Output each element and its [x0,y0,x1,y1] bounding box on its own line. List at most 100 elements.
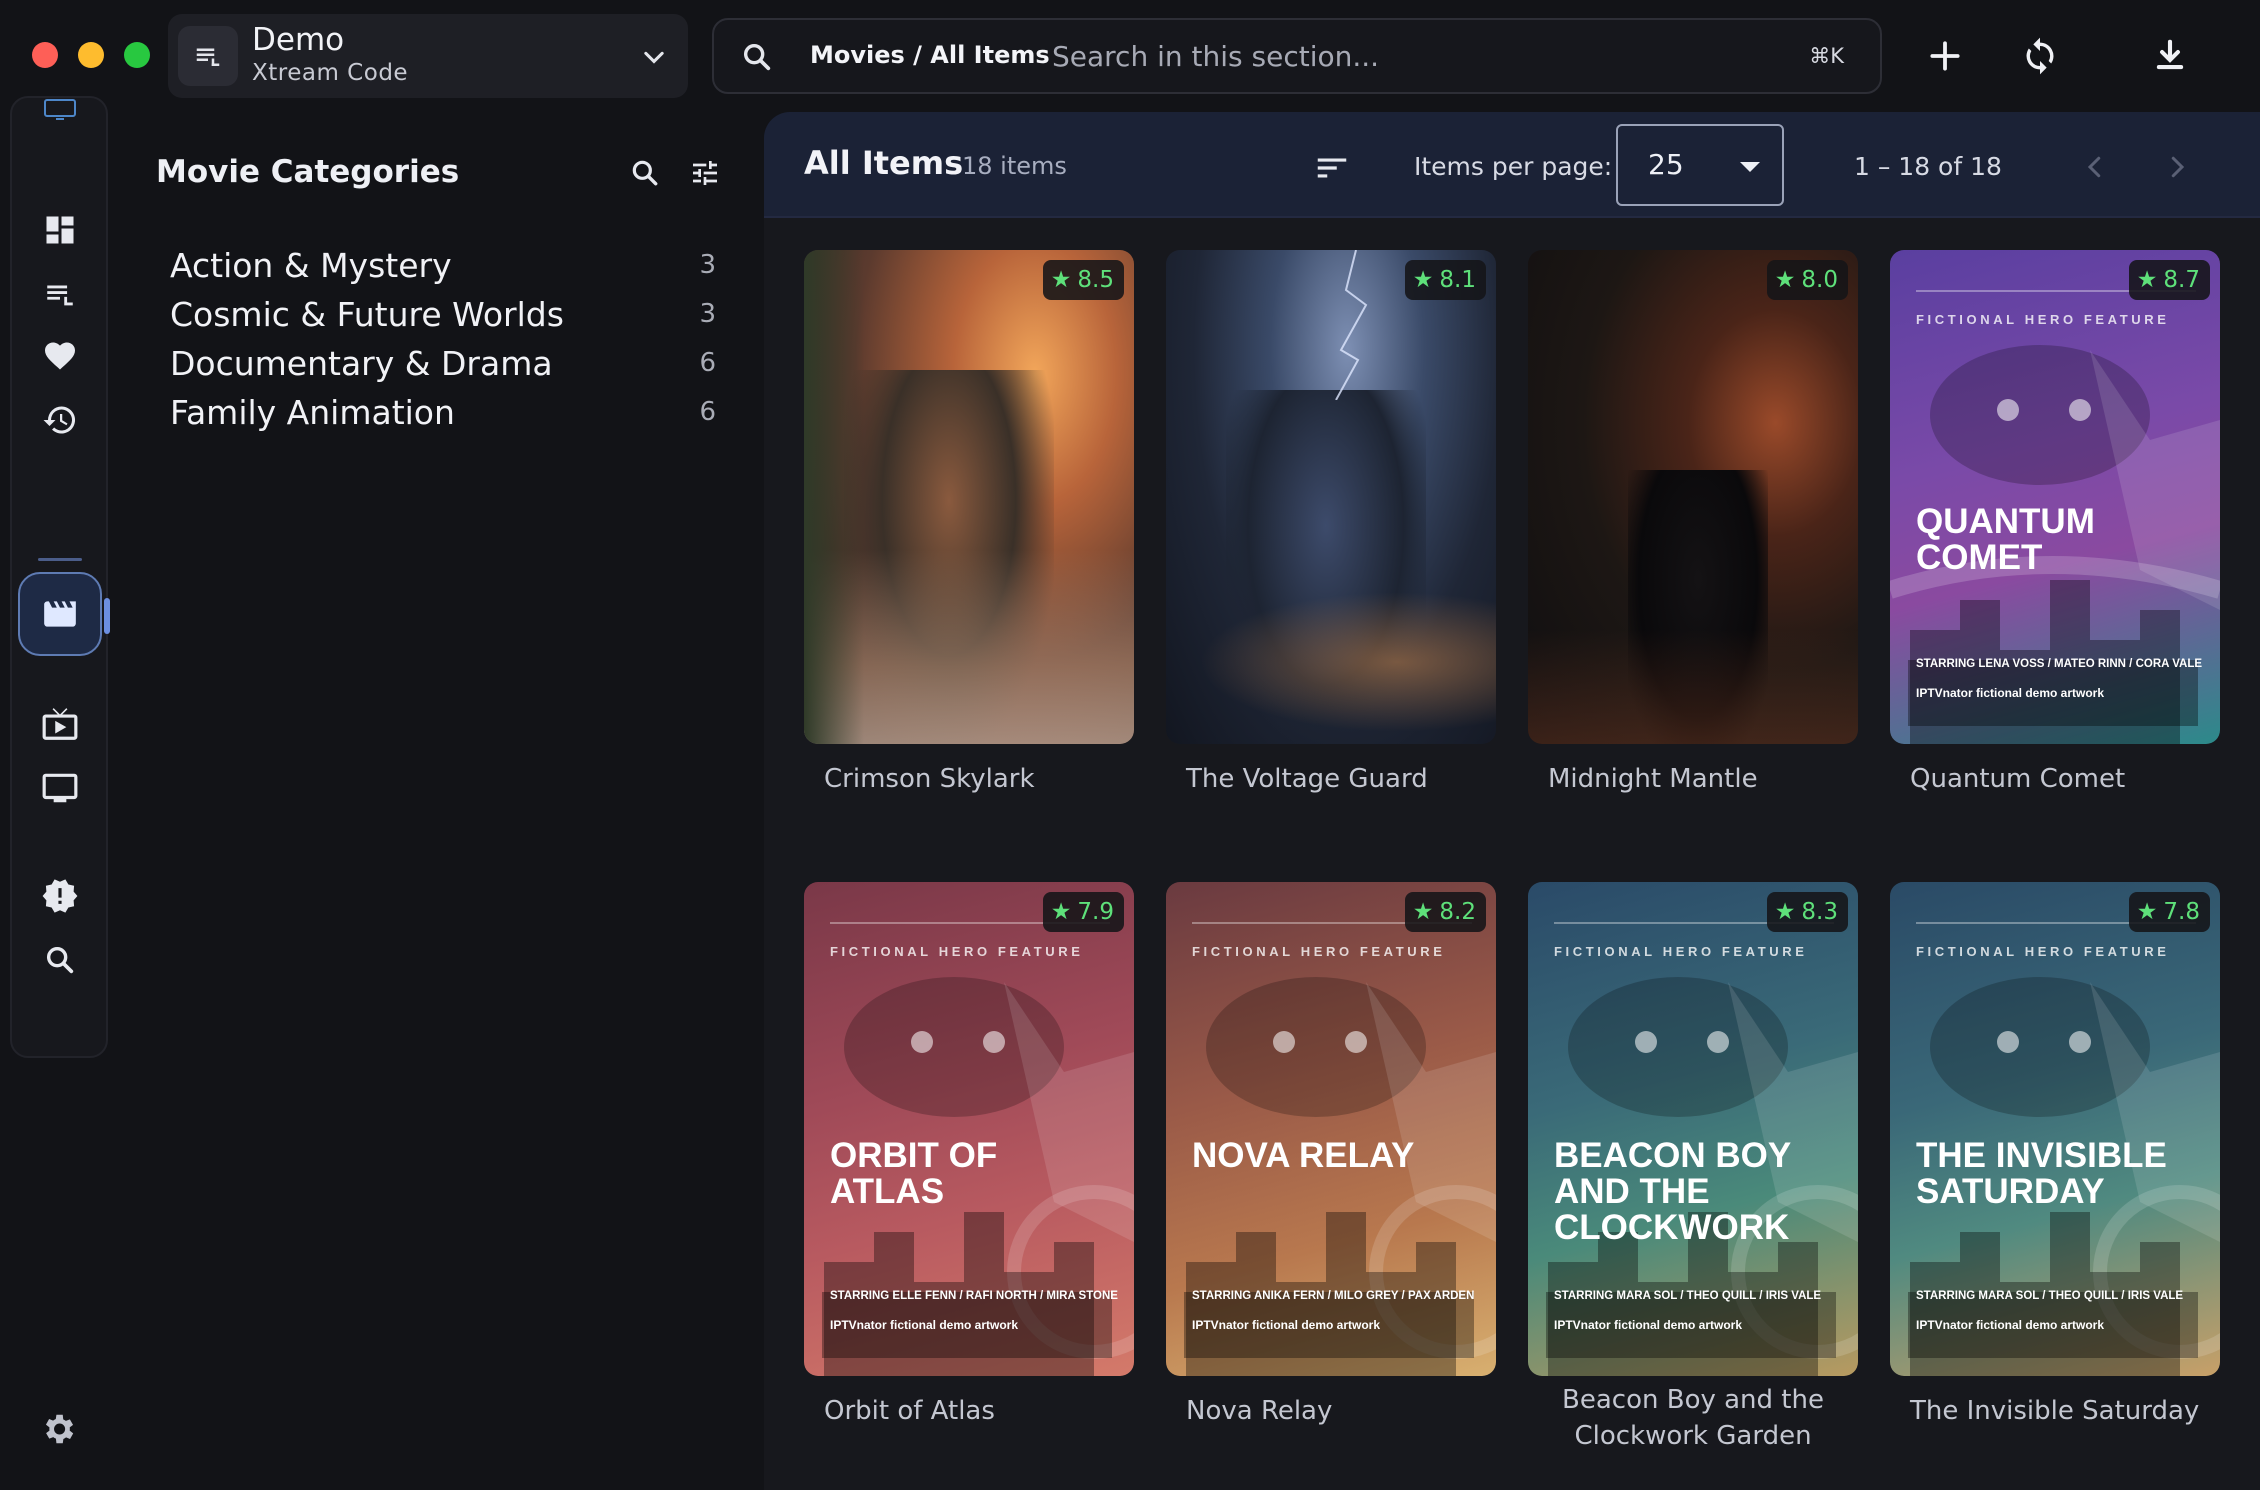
rail-alerts[interactable] [26,862,94,930]
search-icon [740,40,774,78]
chevron-down-icon [640,44,668,76]
dashboard-icon [46,216,74,244]
chevron-right-icon [2171,156,2185,178]
poster-credit: IPTVnator fictional demo artwork [1916,1318,2105,1332]
card-title: Orbit of Atlas [824,1396,995,1426]
categories-title: Movie Categories [156,154,460,190]
poster-image: FICTIONAL HERO FEATURE ORBIT OF ATLAS ST… [804,882,1134,1376]
history-icon [43,406,76,434]
sync-icon [2026,37,2054,75]
playlist-selector[interactable]: Demo Xtream Code [168,14,688,98]
category-search-button[interactable] [620,148,670,198]
search-scope-breadcrumb: Movies / All Items [810,41,1050,69]
search-input[interactable] [1052,34,1692,78]
rating-value: 8.7 [2163,267,2200,293]
poster-credit: IPTVnator fictional demo artwork [1192,1318,1381,1332]
poster-title: BEACON BOY AND THE CLOCKWORK [1554,1136,1792,1247]
add-playlist-button[interactable] [1915,26,1975,86]
page-title: All Items [804,144,964,182]
rail-movies[interactable] [18,572,102,656]
alert-badge-icon [42,879,78,913]
card-title: The Voltage Guard [1186,764,1428,794]
rating-badge: ★ 8.1 [1404,260,1486,300]
star-icon: ★ [2136,899,2158,925]
rail-dashboard[interactable] [26,196,94,264]
playlist-type: Xtream Code [252,60,409,86]
poster-image [804,250,1134,744]
rating-value: 7.9 [1077,899,1114,925]
rating-value: 8.1 [1439,267,1476,293]
poster-credit: IPTVnator fictional demo artwork [1916,686,2105,700]
search-icon [46,946,74,974]
rating-value: 8.3 [1801,899,1838,925]
category-filter-button[interactable] [680,148,730,198]
poster-cast: STARRING ANIKA FERN / MILO GREY / PAX AR… [1192,1290,1475,1302]
star-icon: ★ [1774,267,1796,293]
refresh-button[interactable] [2010,26,2070,86]
category-label: Documentary & Drama [170,344,553,383]
card-title: Nova Relay [1186,1396,1333,1426]
playlist-icon [178,26,238,86]
category-label: Family Animation [170,393,455,432]
playlist-icon [47,285,73,306]
next-page-button[interactable] [2152,142,2202,192]
pagination-range: 1 – 18 of 18 [1854,152,2002,181]
window-minimize-button[interactable] [78,42,104,68]
card-title: Crimson Skylark [824,764,1035,794]
rail-history[interactable] [26,386,94,454]
movies-icon [44,601,76,627]
download-button[interactable] [2140,26,2200,86]
sort-icon [1317,158,1347,178]
category-count: 3 [699,299,716,329]
items-per-page-label: Items per page: [1414,152,1613,181]
poster-cast: STARRING LENA VOSS / MATEO RINN / CORA V… [1916,658,2203,670]
rail-favorites[interactable] [26,322,94,390]
playlist-name: Demo [252,22,345,58]
poster-title: NOVA RELAY [1192,1136,1415,1175]
search-shortcut-hint: ⌘K [1809,44,1844,68]
active-indicator [104,598,110,634]
poster-image: FICTIONAL HERO FEATURE QUANTUM COMET STA… [1890,250,2220,744]
category-count: 3 [699,250,716,280]
poster-image: FICTIONAL HERO FEATURE BEACON BOY AND TH… [1528,882,1858,1376]
navigation-rail [10,96,110,1058]
plus-icon [1930,41,1960,71]
live-tv-icon [42,773,78,803]
poster-image [1528,250,1858,744]
poster-cast: STARRING MARA SOL / THEO QUILL / IRIS VA… [1554,1290,1822,1302]
poster-image [1166,250,1496,744]
rail-live-tv[interactable] [26,754,94,822]
poster-credit: IPTVnator fictional demo artwork [830,1318,1019,1332]
rail-series[interactable] [26,690,94,758]
rating-badge: ★ 7.8 [2128,892,2210,932]
previous-page-button[interactable] [2070,142,2120,192]
rating-badge: ★ 8.7 [2128,260,2210,300]
items-per-page-value: 25 [1648,148,1684,181]
star-icon: ★ [1412,267,1434,293]
poster-title: QUANTUM COMET [1916,502,2095,577]
star-icon: ★ [1774,899,1796,925]
card-title: Beacon Boy and the Clockwork Garden [1562,1385,1824,1451]
category-item[interactable]: Family Animation 6 [140,381,740,447]
star-icon: ★ [1050,899,1072,925]
window-maximize-button[interactable] [124,42,150,68]
rail-playlists[interactable] [26,260,94,328]
rating-badge: ★ 8.2 [1404,892,1486,932]
star-icon: ★ [1050,267,1072,293]
gear-icon [45,1414,74,1444]
category-label: Action & Mystery [170,246,452,285]
category-count: 6 [699,397,716,427]
sort-button[interactable] [1304,140,1360,196]
favorites-heart-icon [45,342,75,370]
rail-divider [38,558,82,561]
category-label: Cosmic & Future Worlds [170,295,564,334]
settings-button[interactable] [24,1395,92,1463]
content-area: All Items 18 items Items per page: 25 1 … [764,112,2260,1490]
chevron-left-icon [2087,156,2101,178]
items-per-page-select[interactable]: 25 [1616,124,1784,206]
window-close-button[interactable] [32,42,58,68]
rail-search[interactable] [26,926,94,994]
category-count: 6 [699,348,716,378]
poster-title: ORBIT OF ATLAS [830,1136,998,1211]
rating-value: 8.2 [1439,899,1476,925]
